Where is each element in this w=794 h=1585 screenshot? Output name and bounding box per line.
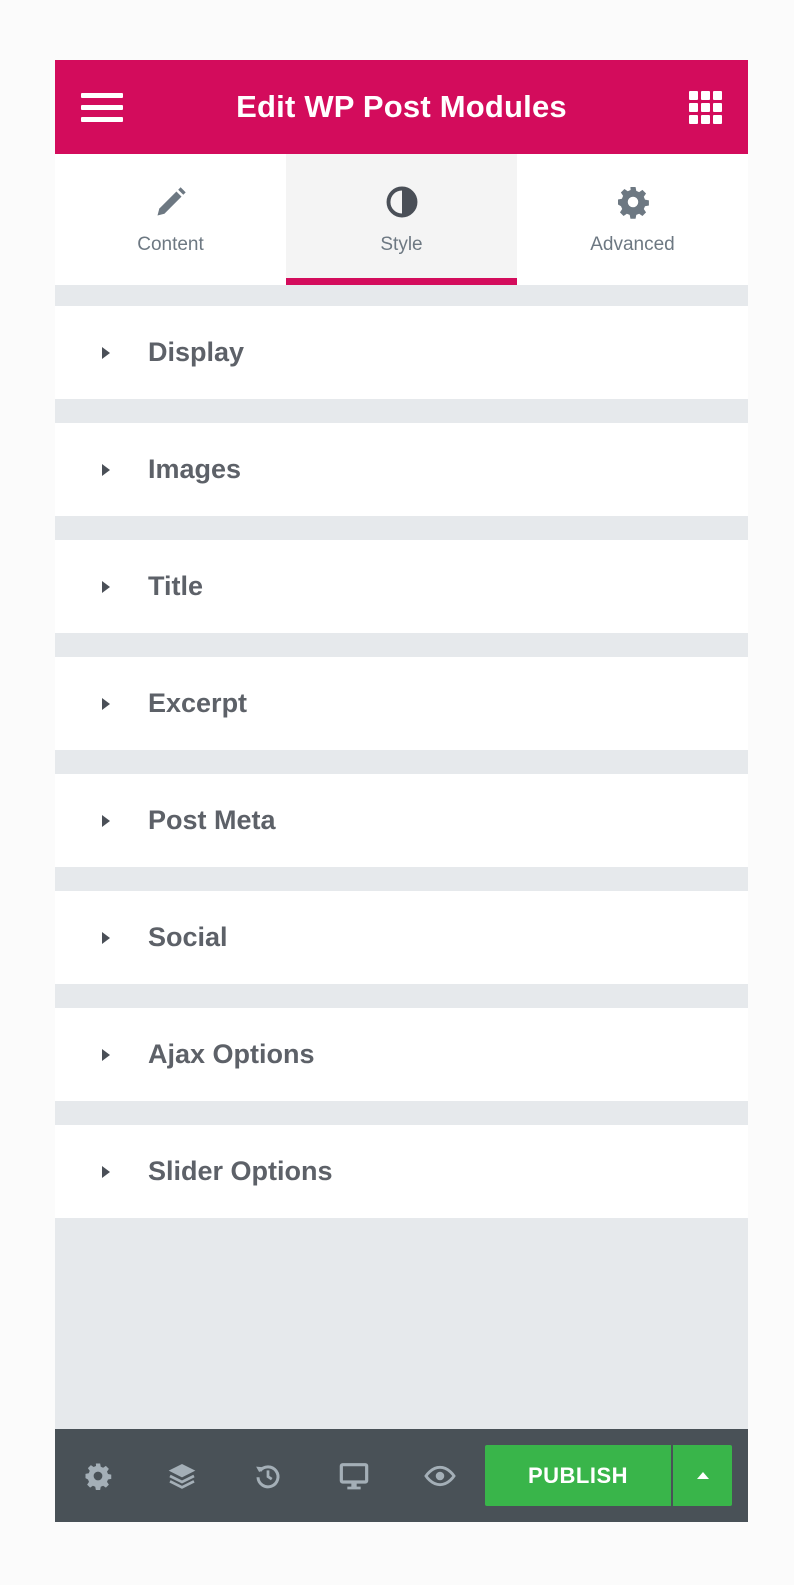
- caret-right-icon: [102, 697, 110, 710]
- section-label: Excerpt: [148, 688, 248, 718]
- caret-right-icon: [102, 1048, 110, 1061]
- panel-header: Edit WP Post Modules: [55, 60, 748, 154]
- section-label: Slider Options: [148, 1156, 333, 1186]
- pencil-icon: [157, 187, 186, 216]
- section-label: Ajax Options: [148, 1039, 315, 1069]
- grid-icon[interactable]: [689, 91, 722, 124]
- section-label: Post Meta: [148, 805, 276, 835]
- section-label: Social: [148, 922, 228, 952]
- caret-right-icon: [102, 1165, 110, 1178]
- caret-right-icon: [102, 814, 110, 827]
- history-icon[interactable]: [251, 1459, 285, 1493]
- section-post-meta[interactable]: Post Meta: [55, 774, 748, 867]
- tab-label: Style: [380, 234, 423, 255]
- tab-advanced[interactable]: Advanced: [517, 154, 748, 285]
- panel-title: Edit WP Post Modules: [236, 89, 567, 124]
- tab-label: Advanced: [590, 234, 675, 255]
- section-label: Display: [148, 337, 245, 367]
- section-slider-options[interactable]: Slider Options: [55, 1125, 748, 1218]
- section-excerpt[interactable]: Excerpt: [55, 657, 748, 750]
- layers-icon[interactable]: [165, 1459, 199, 1493]
- menu-icon[interactable]: [81, 93, 123, 123]
- caret-right-icon: [102, 931, 110, 944]
- section-title[interactable]: Title: [55, 540, 748, 633]
- caret-right-icon: [102, 463, 110, 476]
- tab-content[interactable]: Content: [55, 154, 286, 285]
- panel-footer: PUBLISH: [55, 1429, 748, 1522]
- publish-options-button[interactable]: [673, 1445, 732, 1506]
- settings-icon[interactable]: [81, 1459, 115, 1493]
- section-images[interactable]: Images: [55, 423, 748, 516]
- section-ajax-options[interactable]: Ajax Options: [55, 1008, 748, 1101]
- section-list: Display Images Title Excerpt Post Meta S…: [55, 306, 748, 1218]
- tab-style[interactable]: Style: [286, 154, 517, 285]
- publish-button[interactable]: PUBLISH: [485, 1445, 671, 1506]
- half-circle-icon: [386, 186, 417, 218]
- tab-bar: Content Style Advanced: [55, 154, 748, 285]
- caret-right-icon: [102, 580, 110, 593]
- editor-panel: Edit WP Post Modules Content Style Advan…: [55, 60, 748, 1522]
- tab-label: Content: [137, 234, 204, 255]
- caret-right-icon: [102, 346, 110, 359]
- preview-icon[interactable]: [423, 1459, 457, 1493]
- section-label: Images: [148, 454, 242, 484]
- gear-icon: [617, 187, 649, 219]
- section-social[interactable]: Social: [55, 891, 748, 984]
- section-label: Title: [148, 571, 204, 601]
- caret-up-icon: [696, 1472, 709, 1479]
- section-display[interactable]: Display: [55, 306, 748, 399]
- responsive-icon[interactable]: [337, 1459, 371, 1493]
